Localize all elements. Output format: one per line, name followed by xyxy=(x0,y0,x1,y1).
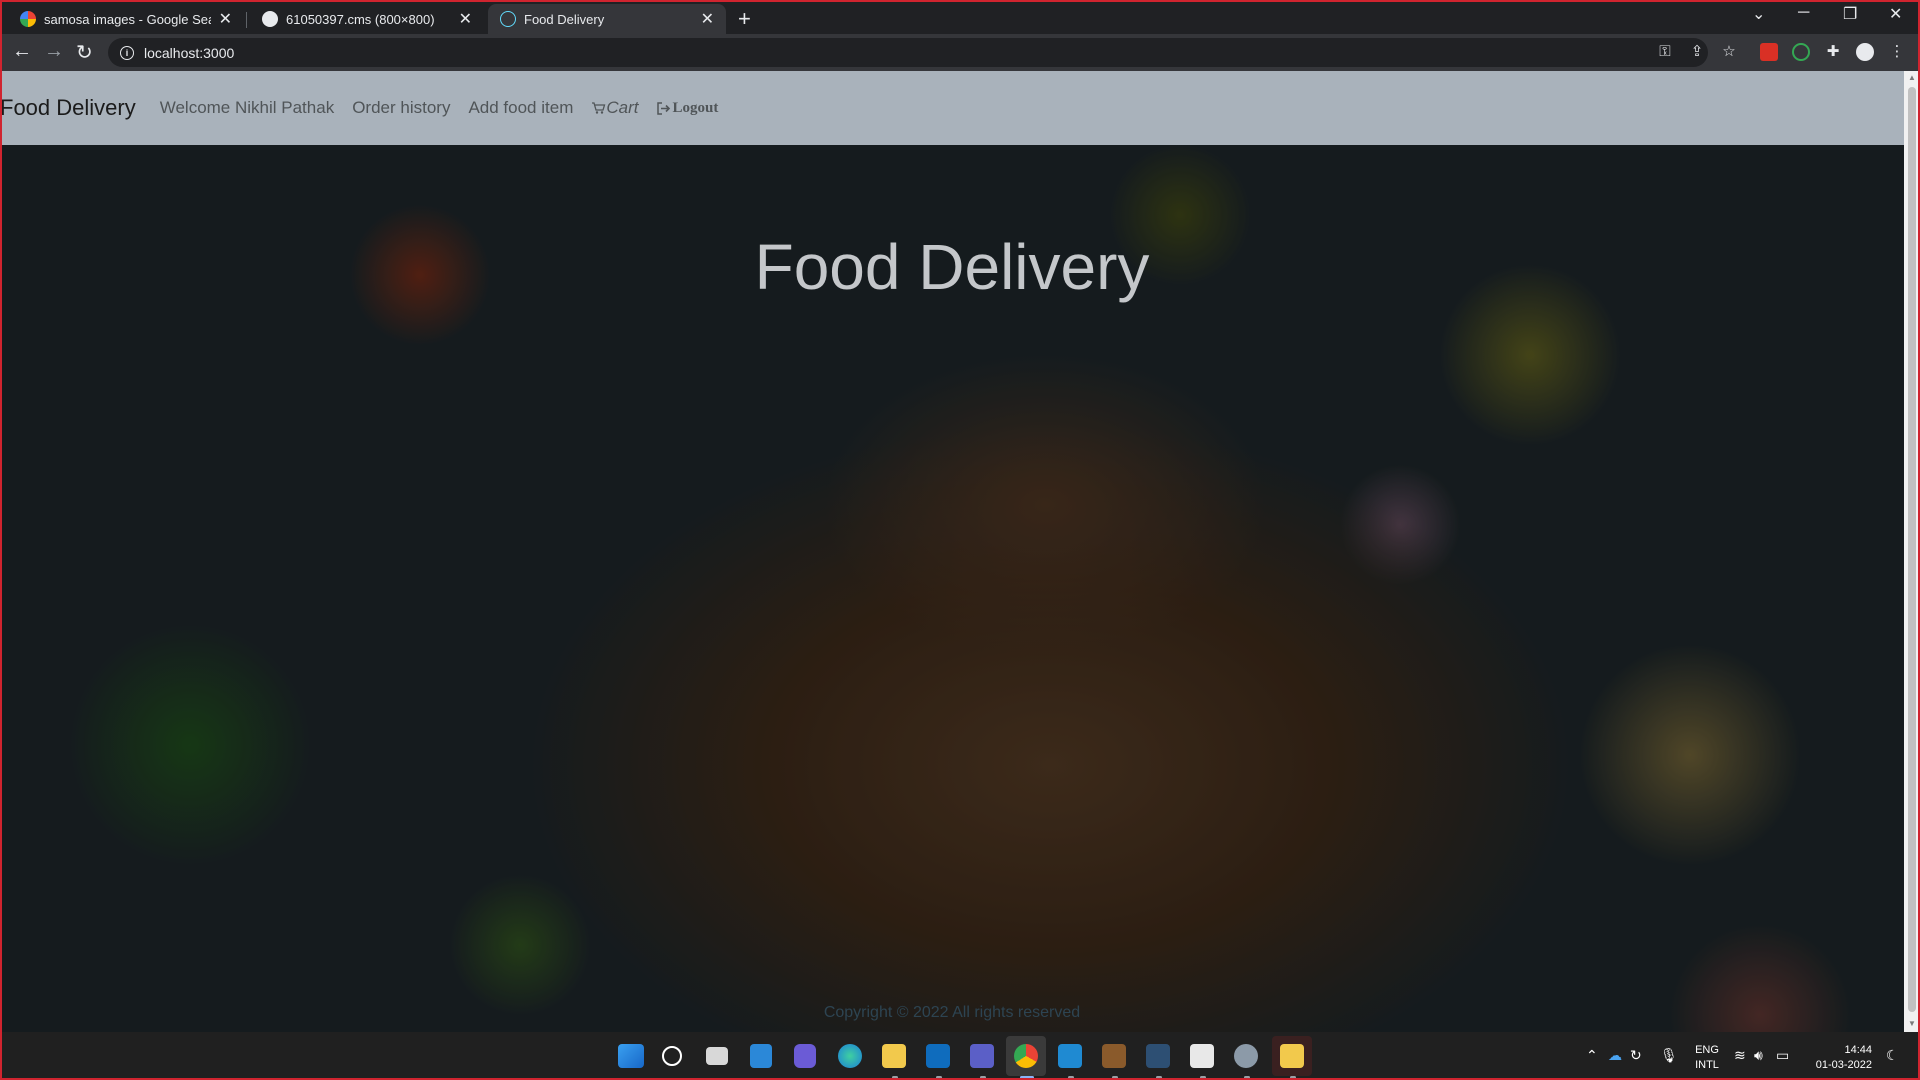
wifi-icon[interactable]: ≋ xyxy=(1734,1047,1746,1064)
widgets-icon[interactable] xyxy=(750,1044,772,1068)
sticky-app-icon[interactable] xyxy=(1280,1044,1304,1068)
chrome-icon[interactable] xyxy=(1014,1044,1038,1068)
reload-icon[interactable]: ↻ xyxy=(76,40,93,65)
scrollbar-thumb[interactable] xyxy=(1908,87,1916,1012)
minimize-icon[interactable]: ─ xyxy=(1798,4,1809,22)
onedrive-icon[interactable]: ☁ xyxy=(1608,1047,1622,1064)
share-icon[interactable]: ⇪ xyxy=(1688,43,1706,61)
running-indicator xyxy=(892,1076,898,1079)
url-text: localhost:3000 xyxy=(144,44,235,61)
chat-icon[interactable] xyxy=(794,1044,816,1068)
running-indicator xyxy=(1112,1076,1118,1079)
cart-label: Cart xyxy=(606,98,639,117)
logout-icon xyxy=(657,101,671,115)
app-icon[interactable] xyxy=(1102,1044,1126,1068)
globe-icon xyxy=(262,11,278,27)
volume-icon[interactable]: 🔊︎ xyxy=(1754,1047,1763,1064)
running-indicator xyxy=(1200,1076,1206,1079)
react-icon xyxy=(500,11,516,27)
tab-divider xyxy=(246,12,247,28)
language-indicator[interactable]: ENG xyxy=(1692,1044,1722,1056)
tab-samosa-images[interactable]: samosa images - Google Search ✕ xyxy=(8,4,244,34)
chevron-up-icon[interactable]: ⌃ xyxy=(1586,1047,1598,1064)
cart-link[interactable]: Cart xyxy=(591,98,638,118)
outlook-icon[interactable] xyxy=(926,1044,950,1068)
hero-title: Food Delivery xyxy=(754,231,1150,303)
site-info-icon[interactable]: i xyxy=(120,45,134,60)
cart-icon xyxy=(592,102,606,114)
clock-date[interactable]: 01-03-2022 xyxy=(1808,1059,1872,1071)
profile-avatar-icon[interactable] xyxy=(1856,43,1874,61)
running-indicator xyxy=(1290,1076,1296,1079)
logout-label: Logout xyxy=(672,99,719,116)
start-windows-icon[interactable] xyxy=(618,1044,644,1068)
settings-gear-icon[interactable] xyxy=(1234,1044,1258,1068)
add-food-item-link[interactable]: Add food item xyxy=(468,98,573,118)
tab-image-cms[interactable]: 61050397.cms (800×800) ✕ xyxy=(250,4,484,34)
running-indicator xyxy=(1244,1076,1250,1079)
tab-title: samosa images - Google Search xyxy=(44,11,211,27)
running-indicator xyxy=(936,1076,942,1079)
close-window-icon[interactable]: ✕ xyxy=(1889,4,1902,24)
page-scrollbar[interactable]: ▲ ▼ xyxy=(1904,71,1920,1032)
tab-title: Food Delivery xyxy=(524,11,605,27)
brand-link[interactable]: Food Delivery xyxy=(0,95,136,121)
back-icon[interactable]: ← xyxy=(12,40,32,63)
address-bar[interactable]: i localhost:3000 xyxy=(108,38,1708,67)
battery-icon[interactable]: ▭ xyxy=(1776,1047,1789,1064)
google-icon xyxy=(20,11,36,27)
teams-icon[interactable] xyxy=(970,1044,994,1068)
scroll-down-icon[interactable]: ▼ xyxy=(1908,1019,1916,1028)
order-history-link[interactable]: Order history xyxy=(352,98,450,118)
edge-icon[interactable] xyxy=(838,1044,862,1068)
restore-icon[interactable]: ❐ xyxy=(1843,4,1857,24)
scroll-up-icon[interactable]: ▲ xyxy=(1908,73,1916,82)
new-tab-button[interactable]: + xyxy=(738,6,751,32)
site-navbar: Food Delivery Welcome Nikhil Pathak Orde… xyxy=(0,71,1904,145)
search-icon[interactable] xyxy=(662,1046,682,1066)
extension-red-icon[interactable] xyxy=(1760,43,1778,61)
file-explorer-icon[interactable] xyxy=(882,1044,906,1068)
tab-search-icon[interactable]: ⌄ xyxy=(1752,4,1765,24)
logout-link[interactable]: Logout xyxy=(656,100,718,117)
notification-moon-icon[interactable]: ☾ xyxy=(1886,1047,1899,1064)
microphone-icon[interactable]: 🎙︎ xyxy=(1660,1047,1678,1064)
snipping-tool-icon[interactable] xyxy=(1190,1044,1214,1068)
vscode-icon[interactable] xyxy=(1058,1044,1082,1068)
running-indicator xyxy=(1156,1076,1162,1079)
windows-taskbar: ⌃ ☁ ↻ 🎙︎ ENG INTL ≋ 🔊︎ ▭ 14:44 01-03-202… xyxy=(0,1032,1920,1080)
footer-copyright: Copyright © 2022 All rights reserved xyxy=(823,1004,1081,1021)
key-icon[interactable]: ⚿ xyxy=(1656,43,1674,61)
running-indicator xyxy=(1020,1076,1034,1079)
close-icon[interactable]: ✕ xyxy=(219,9,232,29)
close-icon[interactable]: ✕ xyxy=(459,9,472,29)
task-view-icon[interactable] xyxy=(706,1047,728,1065)
studio-icon[interactable] xyxy=(1146,1044,1170,1068)
browser-toolbar: ← → ↻ i localhost:3000 ⚿ ⇪ ☆ ✚ ⋮ xyxy=(0,34,1920,71)
running-indicator xyxy=(1068,1076,1074,1079)
forward-icon[interactable]: → xyxy=(44,40,64,63)
running-indicator xyxy=(980,1076,986,1079)
tab-food-delivery[interactable]: Food Delivery ✕ xyxy=(488,4,726,34)
extensions-puzzle-icon[interactable]: ✚ xyxy=(1824,43,1842,61)
tab-title: 61050397.cms (800×800) xyxy=(286,11,435,27)
clock-time[interactable]: 14:44 xyxy=(1808,1044,1872,1056)
web-page: Food Delivery Welcome Nikhil Pathak Orde… xyxy=(0,71,1904,1032)
bookmark-star-icon[interactable]: ☆ xyxy=(1720,43,1738,61)
close-icon[interactable]: ✕ xyxy=(701,9,714,29)
welcome-text: Welcome Nikhil Pathak xyxy=(159,98,335,117)
keyboard-layout-indicator[interactable]: INTL xyxy=(1692,1059,1722,1071)
hero-background-image: Food Delivery Copyright © 2022 All right… xyxy=(0,145,1904,1032)
sync-icon[interactable]: ↻ xyxy=(1630,1047,1642,1064)
extension-green-icon[interactable] xyxy=(1792,43,1810,61)
kebab-menu-icon[interactable]: ⋮ xyxy=(1888,43,1906,61)
browser-tab-strip: samosa images - Google Search ✕ 61050397… xyxy=(0,0,1920,34)
